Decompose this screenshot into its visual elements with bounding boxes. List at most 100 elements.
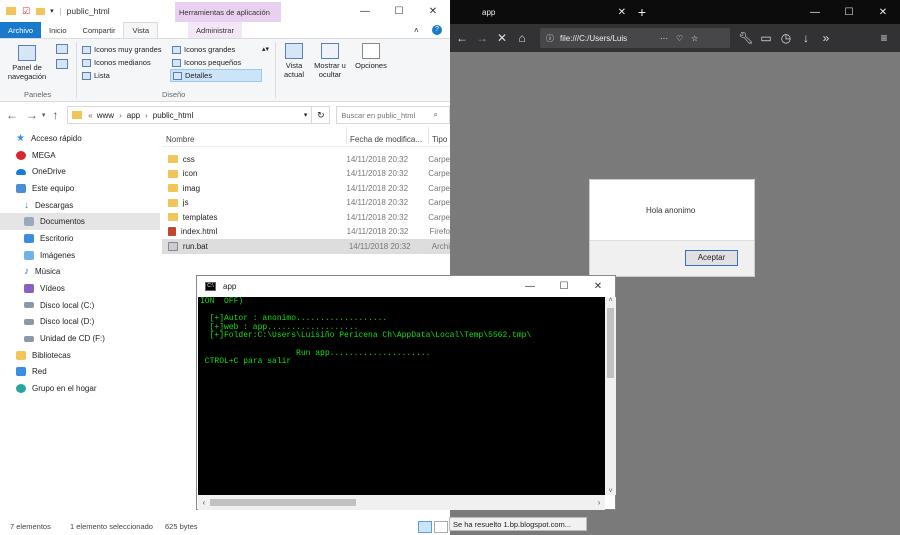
- back-icon[interactable]: ←: [452, 31, 472, 45]
- breadcrumb-app[interactable]: app: [127, 111, 140, 120]
- scrollbar-thumb[interactable]: [607, 308, 614, 378]
- back-icon[interactable]: ←: [2, 108, 22, 122]
- show-hide-button[interactable]: Mostrar u ocultar: [312, 43, 348, 79]
- table-row[interactable]: icon 14/11/2018 20:32 Carpe: [162, 167, 450, 182]
- url-bar[interactable]: ⓘ file:///C:/Users/Luis ··· ♡ ☆: [540, 28, 730, 48]
- column-type[interactable]: Tipo: [428, 127, 447, 144]
- scroll-left-icon[interactable]: ‹: [198, 498, 210, 507]
- layout-large-icons[interactable]: Iconos grandes: [170, 43, 262, 56]
- table-row[interactable]: index.html 14/11/2018 20:32 Firefo: [162, 225, 450, 240]
- nav-item-desktop[interactable]: Escritorio: [0, 230, 160, 247]
- minimize-button[interactable]: —: [348, 0, 382, 22]
- column-name[interactable]: Nombre: [162, 127, 346, 144]
- nav-item-mega[interactable]: MEGA: [0, 147, 160, 164]
- details-view-icon[interactable]: [418, 520, 432, 533]
- nav-item-pictures[interactable]: Imágenes: [0, 247, 160, 264]
- up-icon[interactable]: ↑: [45, 108, 65, 122]
- nav-item-this-pc[interactable]: Este equipo: [0, 180, 160, 197]
- table-row[interactable]: run.bat 14/11/2018 20:32 Archi: [162, 239, 450, 254]
- scroll-down-icon[interactable]: ˅: [605, 488, 616, 495]
- horizontal-scrollbar[interactable]: ‹ ›: [198, 495, 605, 510]
- breadcrumb-www[interactable]: www: [97, 111, 114, 120]
- refresh-icon[interactable]: ↻: [312, 106, 331, 124]
- nav-item-downloads[interactable]: ↓ Descargas: [0, 197, 160, 214]
- wrench-icon[interactable]: 🔧︎: [736, 31, 756, 45]
- nav-item-quick-access[interactable]: ★ Acceso rápido: [0, 130, 160, 147]
- details-pane-icon[interactable]: [56, 59, 68, 69]
- download-icon[interactable]: ↓: [796, 31, 816, 45]
- nav-item-music[interactable]: ♪ Música: [0, 264, 160, 281]
- layout-details[interactable]: Detalles: [170, 69, 262, 82]
- nav-item-homegroup[interactable]: Grupo en el hogar: [0, 380, 160, 397]
- nav-item-disk-d[interactable]: Disco local (D:): [0, 314, 160, 331]
- table-row[interactable]: js 14/11/2018 20:32 Carpe: [162, 196, 450, 211]
- table-row[interactable]: css 14/11/2018 20:32 Carpe: [162, 152, 450, 167]
- info-icon[interactable]: ⓘ: [546, 33, 554, 44]
- help-icon[interactable]: ?: [432, 25, 442, 35]
- search-box[interactable]: ⌕: [336, 106, 450, 124]
- explorer-titlebar: ☑ ▾ | public_html Herramientas de aplica…: [0, 0, 450, 22]
- nav-item-network[interactable]: Red: [0, 364, 160, 381]
- console-maximize-button[interactable]: ☐: [547, 276, 581, 298]
- history-icon[interactable]: ◷: [776, 31, 796, 45]
- table-row[interactable]: imag 14/11/2018 20:32 Carpe: [162, 181, 450, 196]
- close-button[interactable]: ✕: [416, 0, 450, 22]
- home-icon[interactable]: ⌂: [512, 31, 532, 45]
- options-button[interactable]: Opciones: [352, 43, 390, 70]
- tab-inicio[interactable]: Inicio: [41, 22, 75, 38]
- h-scrollbar-thumb[interactable]: [210, 499, 356, 506]
- browser-minimize-button[interactable]: —: [798, 1, 832, 23]
- maximize-button[interactable]: ☐: [382, 0, 416, 22]
- stop-icon[interactable]: ✕: [492, 31, 512, 45]
- large-icons-view-icon[interactable]: [434, 520, 448, 533]
- preview-pane-icon[interactable]: [56, 44, 68, 54]
- nav-item-videos[interactable]: Vídeos: [0, 280, 160, 297]
- accept-button[interactable]: Aceptar: [685, 250, 738, 266]
- column-date[interactable]: Fecha de modifica...: [346, 127, 428, 144]
- close-tab-icon[interactable]: ✕: [618, 7, 626, 18]
- browser-maximize-button[interactable]: ☐: [832, 1, 866, 23]
- console-output[interactable]: ION OFF) [+]Autor : anonimo.............…: [198, 297, 605, 495]
- quick-access-dropdown-icon[interactable]: ▾: [50, 7, 54, 15]
- overflow-chevron-icon[interactable]: »: [816, 31, 836, 45]
- hamburger-menu-icon[interactable]: ≡: [874, 31, 894, 45]
- console-close-button[interactable]: ✕: [581, 276, 615, 298]
- new-tab-icon[interactable]: +: [632, 4, 652, 20]
- console-minimize-button[interactable]: —: [513, 276, 547, 298]
- forward-icon[interactable]: →: [22, 108, 42, 122]
- layout-extra-large-icons[interactable]: Iconos muy grandes: [80, 43, 170, 56]
- browser-close-button[interactable]: ✕: [866, 1, 900, 23]
- nav-item-onedrive[interactable]: OneDrive: [0, 163, 160, 180]
- layout-list[interactable]: Lista: [80, 69, 170, 82]
- page-actions-icon[interactable]: ···: [660, 34, 668, 43]
- scroll-right-icon[interactable]: ›: [593, 498, 605, 507]
- nav-pane-button[interactable]: Panel de navegación: [4, 43, 50, 87]
- folder-icon[interactable]: ▭: [756, 31, 776, 45]
- tab-archivo[interactable]: Archivo: [0, 22, 42, 38]
- tab-compartir[interactable]: Compartir: [75, 22, 124, 38]
- layout-medium-icons[interactable]: Iconos medianos: [80, 56, 170, 69]
- search-input[interactable]: [341, 110, 434, 120]
- new-folder-icon[interactable]: [36, 7, 46, 15]
- nav-item-cd-drive[interactable]: Unidad de CD (F:): [0, 330, 160, 347]
- table-row[interactable]: templates 14/11/2018 20:32 Carpe: [162, 210, 450, 225]
- browser-tab[interactable]: app ✕: [450, 0, 632, 24]
- vertical-scrollbar[interactable]: ˄ ˅: [605, 297, 616, 495]
- forward-icon[interactable]: →: [472, 31, 492, 45]
- address-bar[interactable]: « www › app › public_html ▾: [67, 106, 313, 124]
- tab-administrar[interactable]: Administrar: [188, 22, 242, 38]
- layout-scroll-icon[interactable]: ▴▾: [262, 45, 269, 53]
- nav-item-documents[interactable]: Documentos: [0, 213, 160, 231]
- properties-icon[interactable]: ☑: [22, 6, 30, 17]
- bookmark-star-icon[interactable]: ☆: [691, 34, 698, 43]
- scroll-up-icon[interactable]: ˄: [605, 297, 616, 304]
- address-dropdown-icon[interactable]: ▾: [304, 111, 308, 119]
- nav-item-libraries[interactable]: Bibliotecas: [0, 347, 160, 364]
- nav-item-disk-c[interactable]: Disco local (C:): [0, 297, 160, 314]
- pocket-icon[interactable]: ♡: [676, 34, 683, 43]
- breadcrumb-public-html[interactable]: public_html: [153, 111, 193, 120]
- current-view-button[interactable]: Vista actual: [280, 43, 308, 79]
- collapse-ribbon-icon[interactable]: ˄: [414, 26, 419, 35]
- layout-small-icons[interactable]: Iconos pequeños: [170, 56, 262, 69]
- tab-vista[interactable]: Vista: [123, 22, 159, 38]
